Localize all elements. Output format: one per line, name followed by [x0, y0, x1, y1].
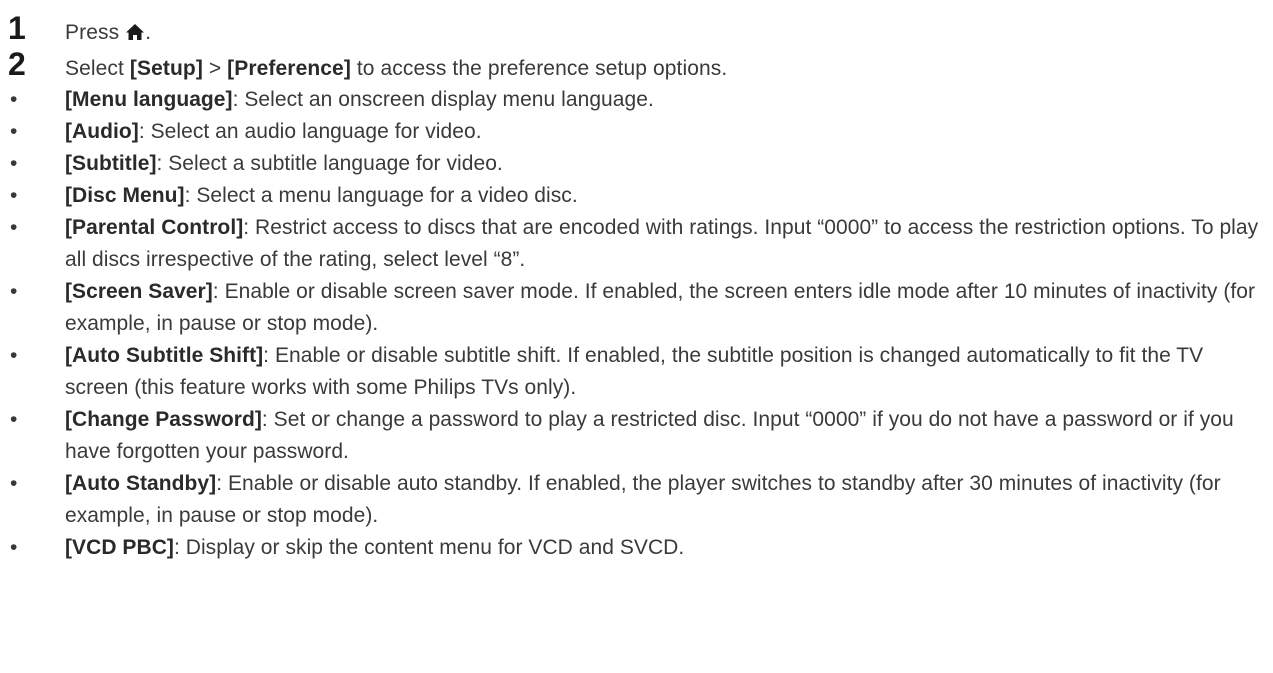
- step-1-punct: .: [145, 21, 152, 44]
- preference-menu-term: [Preference]: [227, 57, 351, 80]
- step-number: 2: [8, 46, 26, 82]
- list-item: • [Menu language]: Select an onscreen dis…: [8, 84, 1273, 116]
- instruction-page: 1 Press. 2 Select [Setup] > [Preference]…: [0, 0, 1273, 673]
- home-icon: [126, 24, 145, 40]
- step-1: 1 Press.: [8, 10, 1273, 46]
- option-description: : Enable or disable auto standby. If ena…: [65, 472, 1221, 527]
- option-description: : Display or skip the content menu for V…: [173, 536, 685, 559]
- bullet-mark: •: [10, 184, 18, 207]
- option-description: : Select an onscreen display menu langua…: [232, 88, 654, 111]
- setup-menu-term: [Setup]: [129, 57, 203, 80]
- option-description: : Enable or disable screen saver mode. I…: [65, 280, 1256, 335]
- bullet-mark: •: [10, 536, 18, 559]
- bullet-mark: •: [10, 472, 18, 495]
- step-1-label: Press: [65, 21, 120, 44]
- bullet-mark: •: [10, 408, 18, 431]
- bullet-mark: •: [10, 280, 18, 303]
- option-description: : Select an audio language for video.: [138, 120, 482, 143]
- bullet-mark: •: [10, 120, 18, 143]
- bullet-mark: •: [10, 344, 18, 367]
- option-term: [Auto Standby]: [65, 472, 217, 495]
- option-term: [Audio]: [65, 120, 139, 143]
- list-item: • [Change Password]: Set or change a pass…: [8, 404, 1273, 468]
- list-item: • [Disc Menu]: Select a menu language for…: [8, 180, 1273, 212]
- path-separator: >: [202, 57, 228, 80]
- list-item: • [Audio]: Select an audio language for v…: [8, 116, 1273, 148]
- option-term: [Disc Menu]: [65, 184, 185, 207]
- step-text: Press.: [65, 15, 151, 51]
- option-term: [Auto Subtitle Shift]: [65, 344, 264, 367]
- option-description: : Select a subtitle language for video.: [156, 152, 503, 175]
- option-term: [Parental Control]: [65, 216, 244, 239]
- list-item: • [Subtitle]: Select a subtitle language …: [8, 148, 1273, 180]
- list-item: • [Auto Standby]: Enable or disable auto …: [8, 468, 1273, 532]
- option-term: [Subtitle]: [65, 152, 157, 175]
- step-number: 1: [8, 10, 26, 46]
- step-2-prefix: Select: [65, 57, 130, 80]
- list-item: • [Screen Saver]: Enable or disable scree…: [8, 276, 1273, 340]
- bullet-mark: •: [10, 152, 18, 175]
- option-description: : Restrict access to discs that are enco…: [65, 216, 1259, 271]
- list-item: • [Parental Control]: Restrict access to …: [8, 212, 1273, 276]
- option-term: [Change Password]: [65, 408, 262, 431]
- step-2-suffix: to access the preference setup options.: [350, 57, 728, 80]
- step-text: Select [Setup] > [Preference] to access …: [65, 51, 727, 87]
- option-term: [Menu language]: [65, 88, 233, 111]
- bullet-mark: •: [10, 216, 18, 239]
- option-term: [VCD PBC]: [65, 536, 174, 559]
- option-term: [Screen Saver]: [65, 280, 213, 303]
- list-item: • [Auto Subtitle Shift]: Enable or disabl…: [8, 340, 1273, 404]
- list-item: • [VCD PBC]: Display or skip the content …: [8, 532, 1273, 564]
- step-2: 2 Select [Setup] > [Preference] to acces…: [8, 46, 1273, 82]
- preference-options-list: • [Menu language]: Select an onscreen dis…: [8, 84, 1273, 564]
- bullet-mark: •: [10, 88, 18, 111]
- option-description: : Select a menu language for a video dis…: [184, 184, 578, 207]
